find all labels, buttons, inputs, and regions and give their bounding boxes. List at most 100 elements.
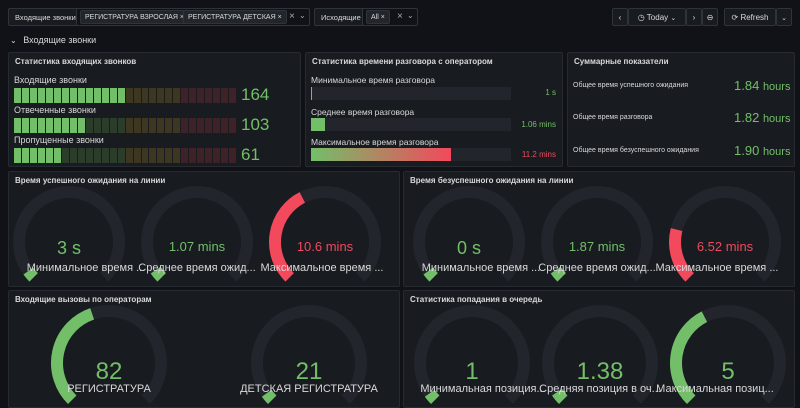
refresh-interval-button[interactable]: ⌄ (776, 8, 792, 26)
chip-remove-icon[interactable]: × (278, 14, 282, 21)
bar-segment (125, 118, 133, 133)
total-fail-wait-number: 1.90 (734, 143, 760, 158)
chip-remove-icon[interactable]: × (381, 14, 385, 21)
gauge-value: 21 (295, 358, 323, 386)
bar-segment (133, 148, 141, 163)
bar-segment (213, 148, 221, 163)
incoming-calls-label: Входящие звонки (14, 75, 87, 85)
total-talk-value: 1.82 hours (734, 110, 790, 125)
bar-segment (141, 88, 149, 103)
chevron-down-icon: ⌄ (10, 36, 17, 45)
incoming-calls-value: 164 (241, 85, 270, 104)
bar-segment (21, 148, 29, 163)
total-success-wait-number: 1.84 (734, 78, 760, 93)
bar-segment (14, 118, 21, 133)
chevron-down-icon[interactable]: ⌄ (407, 11, 414, 20)
refresh-button[interactable]: ⟳ Refresh (724, 8, 776, 26)
bar-segment (69, 148, 77, 163)
bar-segment (85, 88, 93, 103)
bar-segment (229, 118, 237, 133)
row-title: Входящие звонки (23, 35, 97, 45)
bar-segment (53, 118, 61, 133)
bar-segment (157, 88, 165, 103)
time-back-button[interactable]: ‹ (612, 8, 628, 26)
time-range-picker[interactable]: ◷ Today ⌄ (628, 8, 686, 26)
bar-segment (189, 88, 197, 103)
bar-segment (221, 148, 229, 163)
bar-segment (69, 88, 77, 103)
bar-segment (205, 148, 213, 163)
total-success-wait-value: 1.84 hours (734, 78, 790, 93)
var-incoming-select[interactable]: РЕГИСТРАТУРА ВЗРОСЛАЯ × РЕГИСТРАТУРА ДЕТ… (76, 8, 310, 26)
bar-segment (141, 148, 149, 163)
var-incoming-label: Входящие звонки (8, 8, 83, 26)
bar-segment (205, 118, 213, 133)
bar-segment (77, 88, 85, 103)
bar-segment (213, 88, 221, 103)
missed-calls-value: 61 (241, 145, 260, 164)
refresh-icon: ⟳ (731, 13, 739, 22)
bar-segment (173, 88, 181, 103)
bar-segment (53, 148, 61, 163)
chevron-down-icon: ⌄ (670, 15, 677, 22)
answered-calls-label: Отвеченные звонки (14, 105, 96, 115)
bar-segment (181, 148, 189, 163)
var-outgoing-label: Исходящие (314, 8, 368, 26)
chip-all[interactable]: All × (366, 10, 390, 24)
bar-segment (109, 88, 117, 103)
chevron-down-icon: ⌄ (781, 15, 787, 22)
bar-segment (37, 118, 45, 133)
chip-all-label: All (371, 14, 379, 21)
bar-segment (61, 118, 69, 133)
bar-segment (77, 148, 85, 163)
chevron-down-icon[interactable]: ⌄ (299, 11, 306, 20)
min-talk-value: 1 s (545, 88, 556, 97)
gauge-label: ДЕТСКАЯ РЕГИСТРАТУРА (240, 383, 378, 395)
panel-title: Статистика времени разговора с операторо… (312, 57, 493, 66)
panel-summary: Суммарные показатели Общее время успешно… (567, 52, 795, 167)
bar-segment (189, 118, 197, 133)
bar-segment (165, 148, 173, 163)
time-forward-button[interactable]: › (686, 8, 702, 26)
bar-segment (205, 88, 213, 103)
missed-calls-label: Пропущенные звонки (14, 135, 104, 145)
bar-segment (61, 88, 69, 103)
avg-talk-bar (311, 118, 511, 131)
bar-segment (149, 118, 157, 133)
bar-segment (213, 118, 221, 133)
bar-segment (93, 148, 101, 163)
clear-icon[interactable]: × (289, 11, 295, 22)
answered-calls-bar (14, 118, 237, 133)
total-talk-label: Общее время разговора (573, 114, 653, 121)
bar-segment (37, 88, 45, 103)
total-fail-wait-unit: hours (762, 146, 791, 158)
bar-segment (157, 118, 165, 133)
bar-segment (45, 148, 53, 163)
total-talk-unit: hours (762, 113, 791, 125)
clear-icon[interactable]: × (397, 11, 403, 22)
bar-segment (117, 118, 125, 133)
avg-talk-value: 1.06 mins (521, 120, 556, 129)
zoom-out-button[interactable]: ⊖ (702, 8, 718, 26)
chip-adult[interactable]: РЕГИСТРАТУРА ВЗРОСЛАЯ × (80, 10, 189, 24)
gauge-value: 5 (721, 358, 735, 386)
total-fail-wait-label: Общее время безуспешного ожидания (573, 147, 699, 154)
bar-segment (101, 148, 109, 163)
total-success-wait-unit: hours (762, 81, 791, 93)
total-success-wait-label: Общее время успешного ожидания (573, 82, 689, 89)
var-outgoing-select[interactable]: All × × ⌄ (362, 8, 418, 26)
chevron-right-icon: › (692, 13, 696, 22)
panel-operators: Входящие вызовы по операторам 82 РЕГИСТРА… (8, 290, 400, 408)
bar-segment (157, 148, 165, 163)
chip-child-label: РЕГИСТРАТУРА ДЕТСКАЯ (188, 14, 276, 21)
chip-child[interactable]: РЕГИСТРАТУРА ДЕТСКАЯ × (183, 10, 287, 24)
refresh-label: Refresh (740, 13, 769, 22)
row-toggle[interactable]: ⌄ Входящие звонки (10, 35, 96, 45)
bar-segment (125, 88, 133, 103)
bar-segment (29, 118, 37, 133)
bar-segment (133, 118, 141, 133)
avg-talk-label: Среднее время разговора (311, 107, 415, 117)
bar-segment (101, 88, 109, 103)
bar-segment (125, 148, 133, 163)
clock-icon: ◷ (637, 13, 645, 22)
